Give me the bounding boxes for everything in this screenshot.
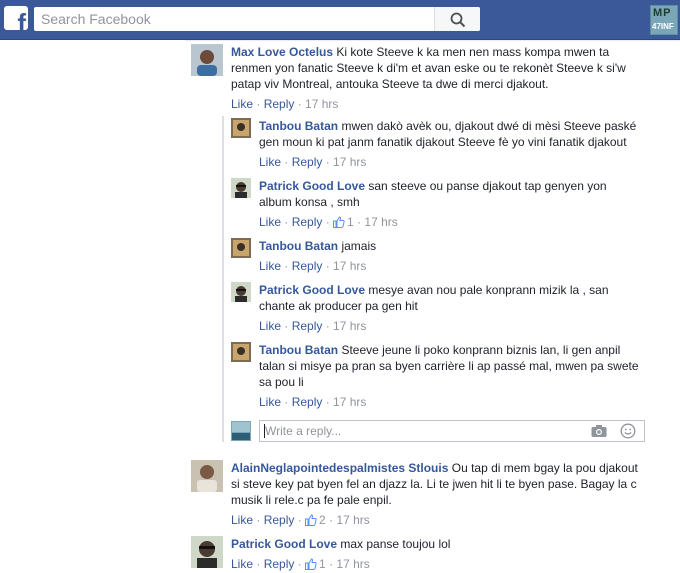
facebook-logo-icon[interactable]: f: [4, 6, 28, 30]
avatar[interactable]: [231, 282, 251, 302]
divider: [185, 40, 680, 41]
reply-link[interactable]: Reply: [292, 259, 323, 273]
timestamp[interactable]: 17 hrs: [336, 557, 369, 571]
avatar[interactable]: [191, 44, 223, 76]
thumbs-up-icon: [333, 216, 345, 228]
search-bar: [34, 7, 480, 31]
timestamp[interactable]: 17 hrs: [333, 155, 366, 169]
like-link[interactable]: Like: [259, 215, 281, 229]
like-link[interactable]: Like: [259, 319, 281, 333]
like-count-value: 1: [319, 557, 326, 571]
reply-link[interactable]: Reply: [292, 319, 323, 333]
like-link[interactable]: Like: [231, 557, 253, 571]
top-bar: f MP 47INF: [0, 0, 680, 40]
like-link[interactable]: Like: [259, 155, 281, 169]
reply: Tanbou Batan mwen dakò avèk ou, djakout …: [231, 118, 641, 170]
reply: Patrick Good Love san steeve ou panse dj…: [231, 178, 641, 230]
comment-author[interactable]: Tanbou Batan: [259, 239, 338, 253]
reply-link[interactable]: Reply: [264, 557, 295, 571]
comment-author[interactable]: Patrick Good Love: [259, 283, 365, 297]
like-count-value: 1: [347, 215, 354, 229]
like-count[interactable]: 1: [333, 215, 354, 229]
avatar[interactable]: [191, 460, 223, 492]
like-link[interactable]: Like: [259, 259, 281, 273]
reply-link[interactable]: Reply: [292, 215, 323, 229]
like-link[interactable]: Like: [259, 395, 281, 409]
reply: Tanbou Batan Steeve jeune li poko konpra…: [231, 342, 641, 410]
like-count[interactable]: 1: [305, 557, 326, 571]
emoji-icon[interactable]: [620, 423, 636, 439]
like-count-value: 2: [319, 513, 326, 527]
replies-rail: [222, 116, 224, 442]
like-link[interactable]: Like: [231, 513, 253, 527]
reply: Tanbou Batan jamais Like · Reply · 17 hr…: [231, 238, 641, 274]
comment-author[interactable]: Patrick Good Love: [259, 179, 365, 193]
page-brand-logo[interactable]: MP 47INF: [650, 5, 678, 35]
reply: Patrick Good Love mesye avan nou pale ko…: [231, 282, 641, 334]
like-count[interactable]: 2: [305, 513, 326, 527]
avatar[interactable]: [231, 238, 251, 258]
camera-icon[interactable]: [591, 424, 607, 438]
avatar[interactable]: [231, 178, 251, 198]
timestamp[interactable]: 17 hrs: [333, 319, 366, 333]
reply-link[interactable]: Reply: [292, 155, 323, 169]
timestamp[interactable]: 17 hrs: [333, 259, 366, 273]
current-user-avatar: [231, 421, 251, 441]
comment-author[interactable]: Max Love Octelus: [231, 45, 333, 59]
search-input[interactable]: [34, 7, 434, 31]
comment-author[interactable]: Patrick Good Love: [231, 537, 337, 551]
timestamp[interactable]: 17 hrs: [364, 215, 397, 229]
text-caret: [264, 424, 265, 438]
like-link[interactable]: Like: [231, 97, 253, 111]
avatar[interactable]: [191, 536, 223, 568]
avatar[interactable]: [231, 118, 251, 138]
search-button[interactable]: [434, 7, 480, 31]
timestamp[interactable]: 17 hrs: [336, 513, 369, 527]
thumbs-up-icon: [305, 514, 317, 526]
comment-author[interactable]: AlainNeglapointedespalmistes Stlouis: [231, 461, 448, 475]
comment: Patrick Good Love max panse toujou lol L…: [191, 536, 641, 573]
reply-link[interactable]: Reply: [264, 513, 295, 527]
search-icon: [450, 12, 466, 28]
timestamp[interactable]: 17 hrs: [333, 395, 366, 409]
comment: Max Love Octelus Ki kote Steeve k ka men…: [191, 44, 641, 114]
reply-link[interactable]: Reply: [292, 395, 323, 409]
comment: AlainNeglapointedespalmistes Stlouis Ou …: [191, 460, 641, 530]
timestamp[interactable]: 17 hrs: [305, 97, 338, 111]
comment-author[interactable]: Tanbou Batan: [259, 343, 338, 357]
reply-composer: [259, 420, 645, 442]
comment-text: jamais: [341, 239, 377, 253]
reply-input[interactable]: [260, 421, 580, 441]
avatar[interactable]: [231, 342, 251, 362]
comment-text: max panse toujou lol: [340, 537, 451, 551]
reply-link[interactable]: Reply: [264, 97, 295, 111]
comment-author[interactable]: Tanbou Batan: [259, 119, 338, 133]
thumbs-up-icon: [305, 558, 317, 570]
